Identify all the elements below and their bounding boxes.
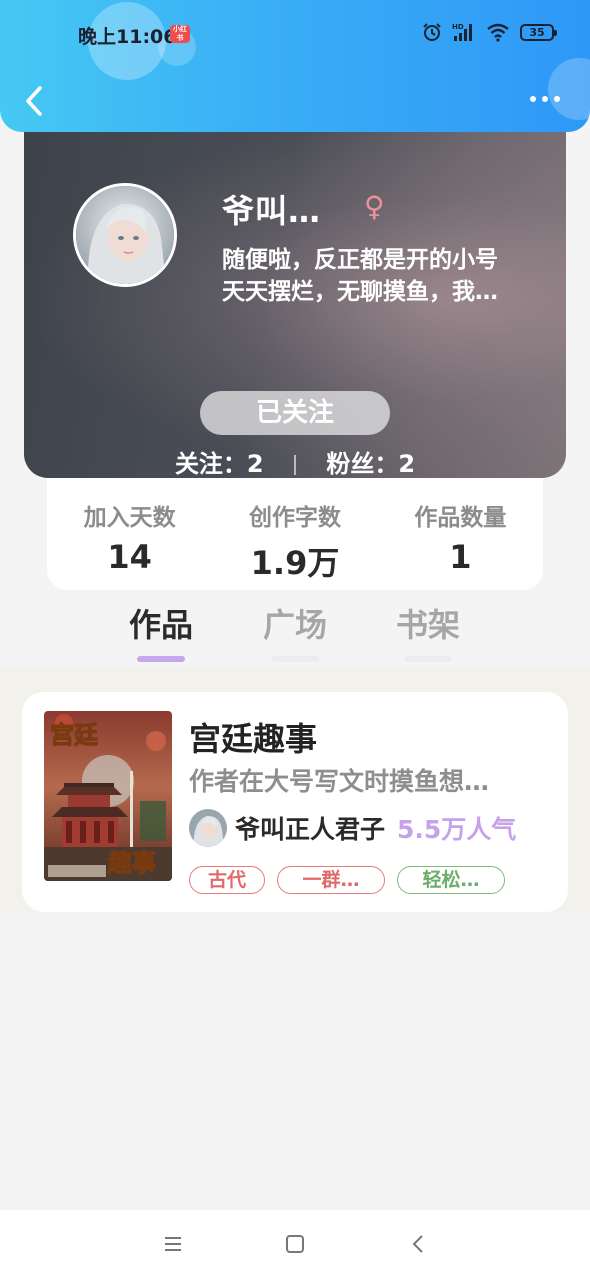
status-icons: HD 35	[422, 22, 557, 42]
bio-line: 天天摆烂，无聊摸鱼，我…	[222, 279, 498, 305]
profile-card: 爷叫… ♀ 随便啦，反正都是开的小号 天天摆烂，无聊摸鱼，我… 已关注 关注：2…	[24, 132, 566, 478]
tab-square[interactable]: 广场	[240, 600, 350, 646]
back-button[interactable]	[20, 84, 50, 118]
stat-value: 1	[449, 538, 472, 576]
signal-icon: HD	[452, 23, 472, 41]
profile-tabs: 作品 广场 书架	[0, 600, 590, 666]
tab-indicator	[404, 656, 452, 662]
battery-icon: 35	[520, 23, 557, 41]
followed-button[interactable]: 已关注	[200, 391, 390, 435]
cover-title-top: 宫廷	[50, 720, 99, 749]
follow-stats: 关注：2 粉丝：2	[24, 444, 566, 478]
stat-value: 1.9万	[250, 544, 340, 582]
status-time: 晚上11:06	[78, 26, 177, 48]
stat-label: 加入天数	[83, 505, 176, 531]
tag-list: 古代 一群… 轻松…	[189, 866, 505, 894]
stat-works-count: 作品数量 1	[378, 478, 543, 590]
profile-name: 爷叫…	[222, 192, 322, 230]
menu-icon[interactable]	[163, 1234, 183, 1254]
work-card[interactable]: 宫廷 趣事 宫廷趣事 作者在大号写文时摸鱼想… 爷叫正人君子 5.5万人气 古代…	[22, 692, 568, 912]
alarm-icon	[423, 23, 441, 41]
popularity-count: 5.5万人气	[397, 815, 517, 844]
cover-title-bottom: 趣事	[107, 848, 156, 877]
avatar-image	[76, 186, 174, 284]
back-triangle-icon[interactable]	[409, 1234, 429, 1254]
divider	[294, 455, 296, 475]
stat-word-count: 创作字数 1.9万	[212, 478, 377, 590]
tab-indicator	[271, 656, 319, 662]
system-nav-bar	[0, 1210, 590, 1280]
tab-bookshelf[interactable]: 书架	[373, 600, 483, 646]
bio-line: 随便啦，反正都是开的小号	[222, 247, 498, 273]
author-avatar[interactable]	[189, 809, 227, 847]
works-list: 宫廷 趣事 宫廷趣事 作者在大号写文时摸鱼想… 爷叫正人君子 5.5万人气 古代…	[0, 668, 590, 912]
wifi-icon	[487, 23, 509, 42]
book-cover[interactable]: 宫廷 趣事	[44, 711, 172, 881]
tag[interactable]: 一群…	[277, 866, 385, 894]
decor-bubble	[548, 58, 590, 120]
author-row: 爷叫正人君子 5.5万人气	[189, 808, 516, 848]
creator-stats-card: 加入天数 14 创作字数 1.9万 作品数量 1	[47, 478, 543, 590]
followers-count[interactable]: 粉丝：2	[326, 444, 415, 478]
tab-indicator-active	[137, 656, 185, 662]
stat-join-days: 加入天数 14	[47, 478, 212, 590]
more-options-button[interactable]	[528, 90, 562, 108]
top-header: 晚上11:06 小红书 HD 35	[0, 0, 590, 132]
stat-value: 14	[107, 538, 152, 576]
avatar[interactable]	[73, 183, 177, 287]
home-square-icon[interactable]	[285, 1234, 305, 1254]
cover-image: 宫廷 趣事	[44, 711, 172, 881]
stat-label: 作品数量	[414, 505, 507, 531]
notification-app-icon: 小红书	[170, 25, 190, 43]
tag[interactable]: 轻松…	[397, 866, 505, 894]
profile-bio: 随便啦，反正都是开的小号 天天摆烂，无聊摸鱼，我…	[222, 244, 542, 308]
work-description: 作者在大号写文时摸鱼想…	[189, 767, 490, 796]
author-name[interactable]: 爷叫正人君子	[235, 810, 385, 846]
stat-label: 创作字数	[248, 505, 341, 531]
avatar-image	[189, 809, 227, 847]
work-title[interactable]: 宫廷趣事	[189, 714, 317, 760]
female-gender-icon: ♀	[364, 190, 385, 223]
following-count[interactable]: 关注：2	[175, 444, 264, 478]
svg-text:HD: HD	[452, 23, 464, 31]
tab-works[interactable]: 作品	[106, 600, 216, 646]
tag[interactable]: 古代	[189, 866, 265, 894]
